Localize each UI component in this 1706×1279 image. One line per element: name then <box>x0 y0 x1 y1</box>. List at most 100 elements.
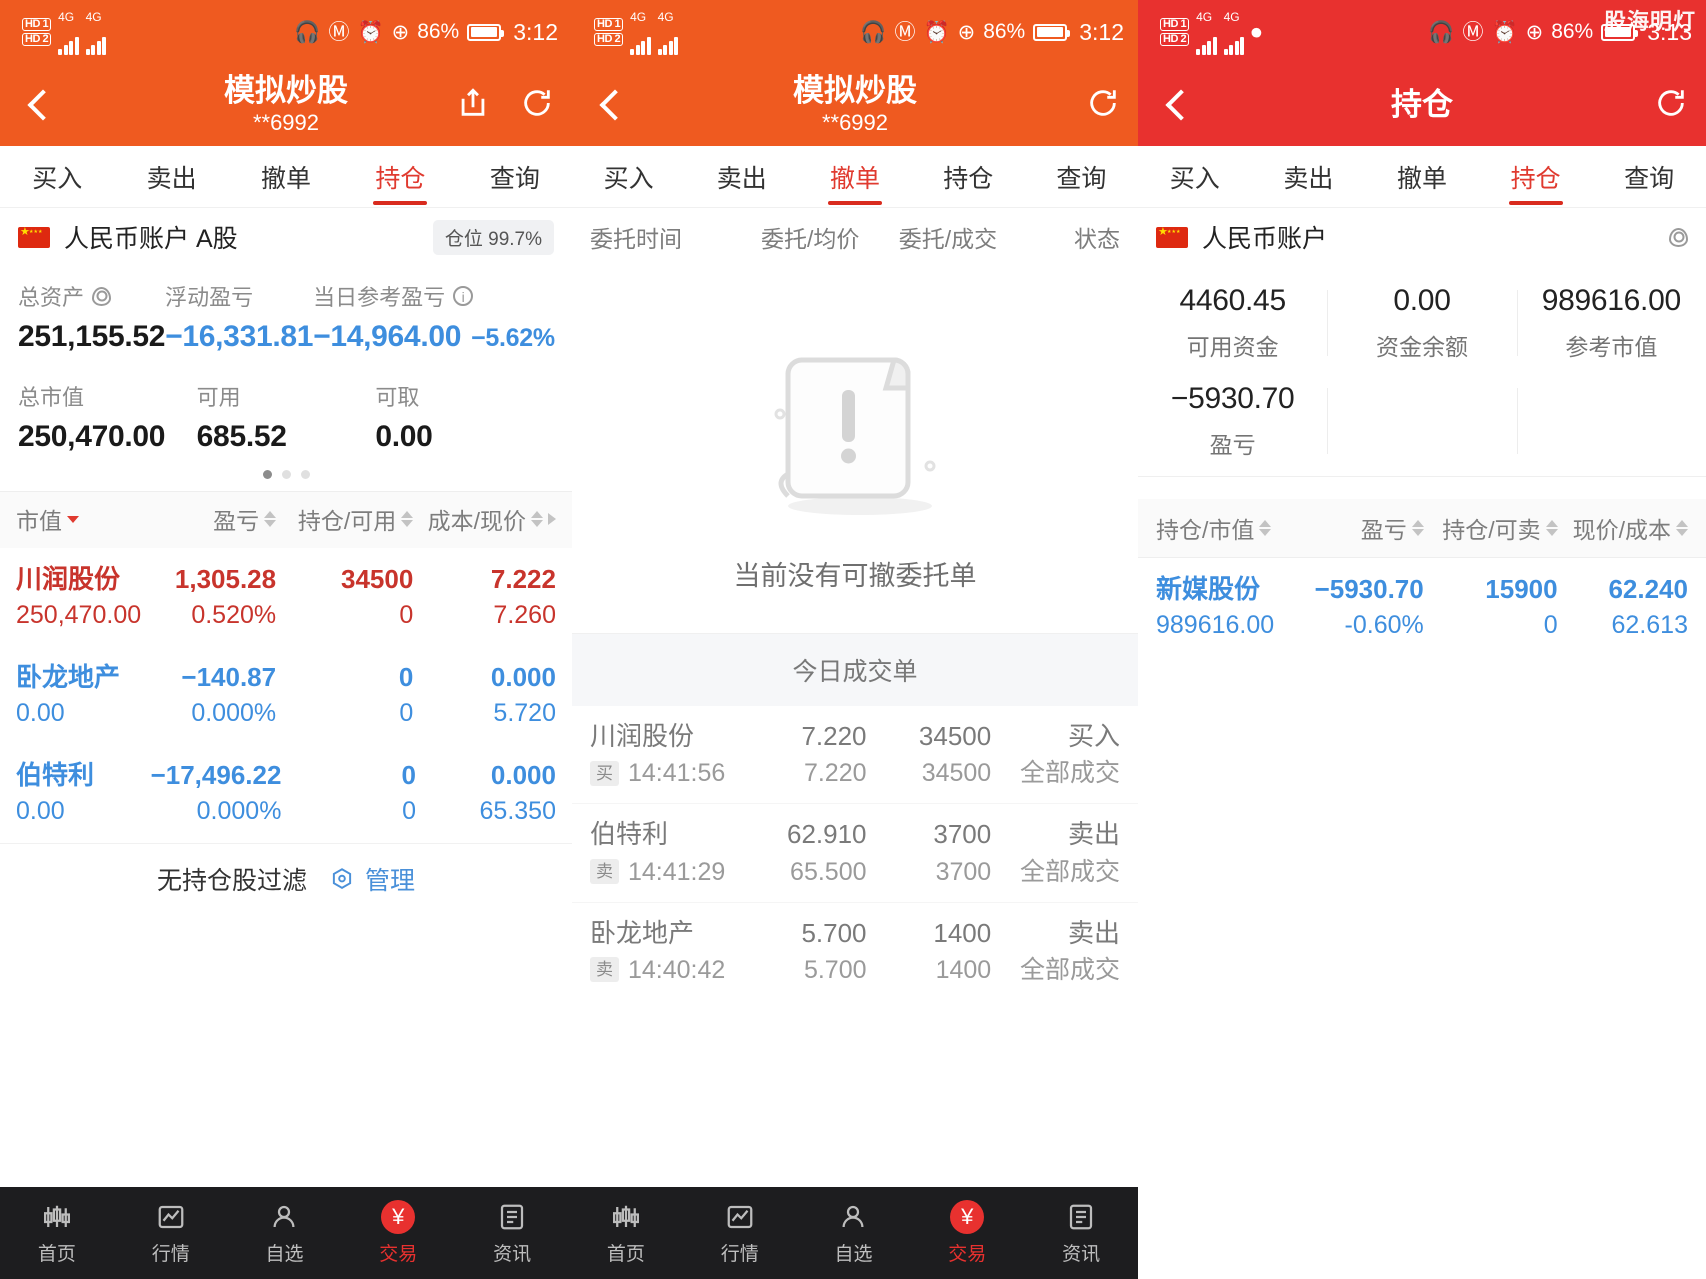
nav-trade[interactable]: ¥ 交易 <box>341 1187 455 1279</box>
nav-news[interactable]: 资讯 <box>455 1187 569 1279</box>
do-not-disturb-icon: ⊕ <box>1525 20 1544 44</box>
info-icon[interactable]: i <box>453 286 474 306</box>
eye-icon[interactable] <box>1669 227 1688 247</box>
panel-holdings: HD 1 HD 2 4G 4G 🎧 Ⓜ ⏰ ⊕ 86% 3:12 模拟炒股 **6… <box>0 0 572 1279</box>
profit-loss-label: 盈亏 <box>1209 432 1256 458</box>
tab-holdings[interactable]: 持仓 <box>1479 146 1593 207</box>
stock-qty: 0 <box>401 760 417 791</box>
available-funds-value: 4460.45 <box>1179 284 1286 317</box>
tab-query[interactable]: 查询 <box>458 146 572 207</box>
clock-time: 3:12 <box>513 18 558 45</box>
header-position-sellable[interactable]: 持仓/可卖 <box>1424 511 1558 545</box>
tab-buy[interactable]: 买入 <box>0 146 114 207</box>
stock-price: 7.260 <box>493 600 556 629</box>
asset-total: 总资产 251,155.52 <box>18 285 166 353</box>
table-row[interactable]: 川润股份 250,470.00 1,305.28 0.520% 34500 0 … <box>0 548 572 647</box>
nav-watchlist[interactable]: 自选 <box>797 1187 911 1279</box>
back-icon[interactable] <box>1165 89 1197 121</box>
refresh-icon[interactable] <box>1654 86 1688 125</box>
nav-watchlist[interactable]: 自选 <box>228 1187 342 1279</box>
stock-pl-pct: -0.60% <box>1344 610 1424 639</box>
nav-market[interactable]: 行情 <box>114 1187 228 1279</box>
header-cost-price[interactable]: 成本/现价 <box>413 502 556 536</box>
nav-news[interactable]: 资讯 <box>1024 1187 1138 1279</box>
reference-market-value-value: 989616.00 <box>1541 284 1681 317</box>
nav-home-label: 首页 <box>606 1244 645 1265</box>
account-row-3[interactable]: 人民币账户 <box>1138 208 1706 266</box>
trade-direction: 卖出 <box>1067 819 1120 850</box>
header-market-value[interactable]: 市值 <box>16 502 153 536</box>
header-order-time: 委托时间 <box>590 226 682 252</box>
tab-sell[interactable]: 卖出 <box>685 146 798 207</box>
trade-tabs-3: 买入 卖出 撤单 持仓 查询 <box>1138 146 1706 208</box>
header-profit-loss[interactable]: 盈亏 <box>153 502 277 536</box>
nav-home[interactable]: 首页 <box>0 1187 114 1279</box>
list-item[interactable]: 川润股份 买 14:41:56 7.220 7.220 34500 34500 买… <box>572 706 1138 804</box>
nav-watchlist-label: 自选 <box>834 1244 873 1265</box>
share-icon[interactable] <box>456 86 490 125</box>
manage-button[interactable]: 管理 <box>329 861 415 897</box>
header-profit-loss[interactable]: 盈亏 <box>1307 511 1424 545</box>
nav-market[interactable]: 行情 <box>683 1187 797 1279</box>
tab-buy[interactable]: 买入 <box>1138 146 1252 207</box>
tab-sell[interactable]: 卖出 <box>114 146 228 207</box>
stock-price: 62.240 <box>1608 574 1688 604</box>
nav-trade[interactable]: ¥ 交易 <box>910 1187 1024 1279</box>
tab-sell[interactable]: 卖出 <box>1252 146 1366 207</box>
account-row-1[interactable]: 人民币账户 A股 仓位 99.7% <box>0 208 572 266</box>
header-price-cost[interactable]: 现价/成本 <box>1558 511 1688 545</box>
tab-cancel[interactable]: 撤单 <box>798 146 911 207</box>
table-row[interactable]: 新媒股份 989616.00 −5930.70 -0.60% 15900 0 6… <box>1138 558 1706 657</box>
signal-1-icon: 4G <box>58 9 79 55</box>
back-icon[interactable] <box>27 89 59 121</box>
tab-query[interactable]: 查询 <box>1592 146 1706 207</box>
tab-holdings[interactable]: 持仓 <box>912 146 1025 207</box>
stock-name: 新媒股份 <box>1156 574 1261 604</box>
list-item[interactable]: 伯特利 卖 14:41:29 62.910 65.500 3700 3700 卖出… <box>572 803 1138 902</box>
watermark: 股海明灯 <box>1603 9 1696 34</box>
tab-cancel[interactable]: 撤单 <box>1365 146 1479 207</box>
eye-icon[interactable] <box>92 286 112 306</box>
header-qty-available[interactable]: 持仓/可用 <box>276 502 414 536</box>
asset-today-pl-value: −14,964.00 <box>313 320 462 353</box>
fund-balance-label: 资金余额 <box>1375 334 1468 360</box>
header-order-avgprice: 委托/均价 <box>761 226 860 252</box>
tab-holdings[interactable]: 持仓 <box>343 146 457 207</box>
header-position-marketvalue[interactable]: 持仓/市值 <box>1156 511 1307 545</box>
stock-market-value: 0.00 <box>16 698 65 727</box>
signal-1-icon: 4G <box>1196 9 1217 55</box>
stock-qty: 34500 <box>340 564 414 594</box>
pager-dots[interactable] <box>0 460 572 491</box>
refresh-icon[interactable] <box>520 86 554 125</box>
headset-icon: 🎧 <box>860 20 887 44</box>
filter-label[interactable]: 无持仓股过滤 <box>157 861 307 897</box>
trade-yuan-icon: ¥ <box>950 1200 985 1234</box>
nav-trade-label: 交易 <box>948 1244 987 1265</box>
tab-query[interactable]: 查询 <box>1025 146 1138 207</box>
asset-withdrawable-value: 0.00 <box>375 420 433 453</box>
bottom-nav-left: 首页 行情 自选 ¥ 交易 资讯 <box>0 1187 569 1279</box>
signal-2-icon: 4G <box>85 9 107 55</box>
tab-cancel[interactable]: 撤单 <box>229 146 343 207</box>
table-row[interactable]: 伯特利 0.00 −17,496.22 0.000% 0 0 0.000 65.… <box>0 744 572 843</box>
position-summary-row-1: 4460.45 可用资金 0.00 资金余额 989616.00 参考市值 <box>1138 266 1706 368</box>
do-not-disturb-icon: ⊕ <box>957 20 976 44</box>
stock-market-value: 0.00 <box>16 797 65 826</box>
empty-scroll-icon <box>774 357 936 515</box>
table-row[interactable]: 卧龙地产 0.00 −140.87 0.000% 0 0 0.000 5.720 <box>0 646 572 745</box>
hd-volte-icon: HD 1 HD 2 <box>594 18 624 46</box>
stock-price: 5.720 <box>493 698 556 727</box>
stock-market-value: 989616.00 <box>1156 610 1275 639</box>
more-columns-icon[interactable] <box>547 513 556 525</box>
nav-home[interactable]: 首页 <box>569 1187 683 1279</box>
back-icon[interactable] <box>599 89 631 121</box>
tab-buy[interactable]: 买入 <box>572 146 685 207</box>
position-badge: 仓位 99.7% <box>432 219 554 255</box>
china-flag-icon <box>1156 225 1188 248</box>
nav-news-label: 资讯 <box>1062 1244 1101 1265</box>
market-chart-icon <box>725 1200 755 1234</box>
list-item[interactable]: 卧龙地产 卖 14:40:42 5.700 5.700 1400 1400 卖出 … <box>572 901 1138 1000</box>
refresh-icon[interactable] <box>1086 86 1120 125</box>
asset-float-pl: 浮动盈亏 −16,331.81 <box>165 285 314 353</box>
empty-state: 当前没有可撤委托单 <box>572 268 1138 633</box>
